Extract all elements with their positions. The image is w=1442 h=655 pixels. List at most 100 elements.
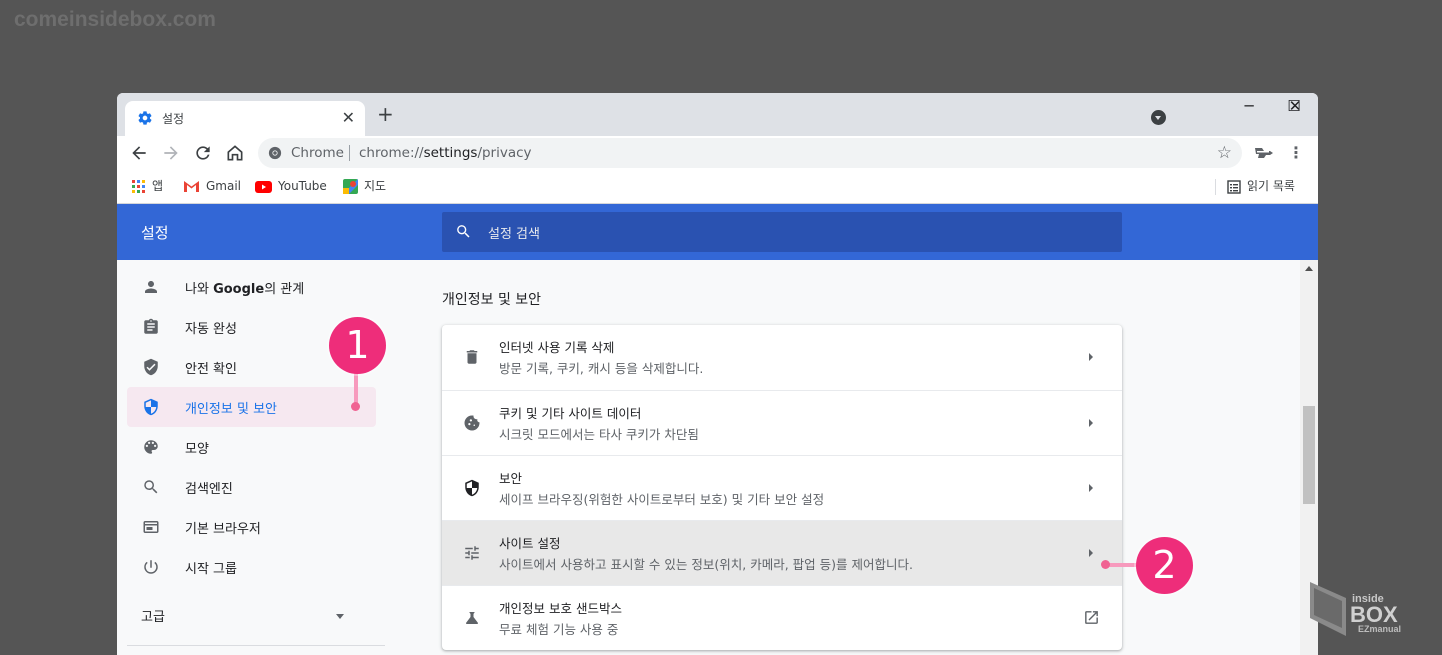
- privacy-card: 인터넷 사용 기록 삭제 방문 기록, 쿠키, 캐시 등을 삭제합니다. 쿠키 …: [442, 325, 1122, 650]
- url-prefix: chrome://: [359, 145, 424, 161]
- minimize-button[interactable]: ─: [1226, 97, 1272, 115]
- sidebar-divider: [127, 645, 385, 646]
- shield-check-icon: [144, 358, 158, 376]
- sidebar-item-label: 자동 완성: [185, 322, 237, 337]
- address-bar[interactable]: Chrome chrome://settings/privacy ☆: [258, 138, 1242, 168]
- url-bold: settings: [423, 145, 478, 161]
- sidebar-item-label: 시작 그룹: [185, 562, 237, 577]
- row-privacy-sandbox[interactable]: 개인정보 보호 샌드박스 무료 체험 기능 사용 중: [442, 585, 1122, 650]
- bookmark-youtube-label: YouTube: [278, 179, 327, 193]
- row-subtitle: 방문 기록, 쿠키, 캐시 등을 삭제합니다.: [499, 361, 704, 376]
- reload-icon[interactable]: [193, 143, 213, 163]
- bookmark-apps[interactable]: 앱: [132, 177, 163, 195]
- bookmarks-bar: 앱 Gmail YouTube 지도 읽기 목록: [117, 170, 1318, 204]
- row-subtitle: 세이프 브라우징(위험한 사이트로부터 보호) 및 기타 보안 설정: [499, 492, 825, 507]
- maps-icon: [343, 179, 358, 194]
- person-icon: [145, 281, 157, 293]
- row-security[interactable]: 보안 세이프 브라우징(위험한 사이트로부터 보호) 및 기타 보안 설정: [442, 455, 1122, 520]
- flask-icon: [466, 612, 478, 624]
- sidebar-item-search-engine[interactable]: 검색엔진: [127, 467, 375, 507]
- extension-icon[interactable]: [1254, 145, 1274, 159]
- reading-list-button[interactable]: 읽기 목록: [1227, 177, 1295, 195]
- bookmark-star-icon[interactable]: ☆: [1217, 143, 1232, 163]
- power-icon: [144, 560, 158, 574]
- chevron-right-icon: [1089, 549, 1093, 557]
- apps-grid-icon: [132, 179, 145, 193]
- sidebar-item-privacy-security[interactable]: 개인정보 및 보안: [127, 387, 376, 427]
- browser-window-icon: [143, 521, 159, 533]
- tab-settings[interactable]: 설정 ✕: [125, 101, 365, 136]
- bookmark-gmail[interactable]: Gmail: [183, 177, 241, 195]
- row-subtitle: 무료 체험 기능 사용 중: [499, 622, 619, 637]
- back-arrow-icon[interactable]: [129, 143, 149, 163]
- annotation-dot: [1101, 560, 1110, 569]
- caret-down-icon[interactable]: [336, 614, 344, 619]
- row-cookies[interactable]: 쿠키 및 기타 사이트 데이터 시크릿 모드에서는 타사 쿠키가 차단됨: [442, 390, 1122, 455]
- insidebox-logo: inside BOX EZmanual: [1310, 582, 1401, 636]
- cookie-icon: [464, 415, 480, 431]
- url-suffix: /privacy: [477, 145, 532, 161]
- sidebar-item-appearance[interactable]: 모양: [127, 427, 375, 467]
- chevron-right-icon: [1089, 484, 1093, 492]
- chevron-right-icon: [1089, 353, 1093, 361]
- url-text[interactable]: chrome://settings/privacy: [359, 145, 532, 161]
- sidebar-item-label: 모양: [185, 442, 209, 457]
- chrome-icon: [268, 146, 282, 160]
- omnibox-divider: [349, 145, 350, 161]
- tab-close-icon[interactable]: ✕: [342, 108, 355, 127]
- new-tab-button[interactable]: +: [377, 103, 394, 125]
- sidebar-advanced-toggle[interactable]: 고급: [141, 606, 165, 625]
- sidebar-item-default-browser[interactable]: 기본 브라우저: [127, 507, 375, 547]
- forward-arrow-icon[interactable]: [161, 143, 181, 163]
- bookmarks-divider: [1215, 179, 1216, 195]
- bookmark-youtube[interactable]: YouTube: [255, 177, 327, 195]
- scrollbar-thumb[interactable]: [1303, 406, 1315, 504]
- settings-title: 설정: [141, 224, 169, 242]
- open-in-new-icon[interactable]: [1083, 609, 1100, 626]
- annotation-badge-2: 2: [1136, 537, 1193, 594]
- gear-icon: [138, 111, 152, 125]
- row-title: 보안: [499, 471, 523, 486]
- clipboard-icon: [144, 318, 158, 334]
- settings-search-input[interactable]: 설정 검색: [442, 212, 1122, 252]
- label-part: 나와: [185, 282, 214, 297]
- bookmark-maps-label: 지도: [364, 179, 387, 193]
- close-window-button[interactable]: ✕: [1272, 97, 1318, 115]
- bookmark-maps[interactable]: 지도: [343, 177, 386, 195]
- home-icon[interactable]: [225, 143, 245, 163]
- scroll-up-icon[interactable]: [1305, 266, 1313, 271]
- row-clear-browsing-data[interactable]: 인터넷 사용 기록 삭제 방문 기록, 쿠키, 캐시 등을 삭제합니다.: [442, 325, 1122, 390]
- search-icon: [457, 225, 470, 238]
- sidebar-item-you-and-google[interactable]: 나와 Google의 관계: [127, 267, 375, 307]
- chevron-right-icon: [1089, 419, 1093, 427]
- row-title: 쿠키 및 기타 사이트 데이터: [499, 406, 642, 421]
- search-placeholder: 설정 검색: [488, 227, 540, 242]
- row-site-settings[interactable]: 사이트 설정 사이트에서 사용하고 표시할 수 있는 정보(위치, 카메라, 팝…: [442, 520, 1122, 585]
- sidebar-item-label: 기본 브라우저: [185, 522, 261, 537]
- sidebar-item-label: 개인정보 및 보안: [185, 402, 277, 417]
- site-chip-label: Chrome: [291, 145, 344, 161]
- sidebar-item-label: 나와 Google의 관계: [185, 278, 304, 297]
- logo-line3: EZmanual: [1358, 624, 1401, 634]
- watermark-text: comeinsidebox.com: [14, 8, 216, 31]
- bookmark-apps-label: 앱: [152, 179, 164, 193]
- tab-title: 설정: [162, 112, 185, 126]
- label-part: 의 관계: [264, 282, 305, 297]
- tab-search-dropdown-icon[interactable]: [1151, 110, 1166, 125]
- shield-half-icon: [144, 398, 158, 416]
- section-title: 개인정보 및 보안: [442, 292, 542, 308]
- tab-strip: 설정 ✕ + ─ ☐ ✕: [117, 93, 1318, 136]
- youtube-icon: [255, 180, 272, 193]
- row-title: 인터넷 사용 기록 삭제: [499, 340, 615, 355]
- sidebar-item-on-startup[interactable]: 시작 그룹: [127, 547, 375, 587]
- security-shield-icon: [465, 479, 479, 497]
- settings-content: 나와 Google의 관계 자동 완성 안전 확인 개인정보 및 보안 모양 검…: [117, 260, 1318, 655]
- bookmark-gmail-label: Gmail: [206, 179, 242, 193]
- row-title: 개인정보 보호 샌드박스: [499, 601, 622, 616]
- annotation-badge-1: 1: [329, 317, 386, 374]
- toolbar: Chrome chrome://settings/privacy ☆ ⋮: [117, 136, 1318, 170]
- trash-icon: [466, 350, 478, 364]
- annotation-dot: [351, 402, 360, 411]
- row-title: 사이트 설정: [499, 536, 561, 551]
- more-menu-icon[interactable]: ⋮: [1288, 142, 1304, 164]
